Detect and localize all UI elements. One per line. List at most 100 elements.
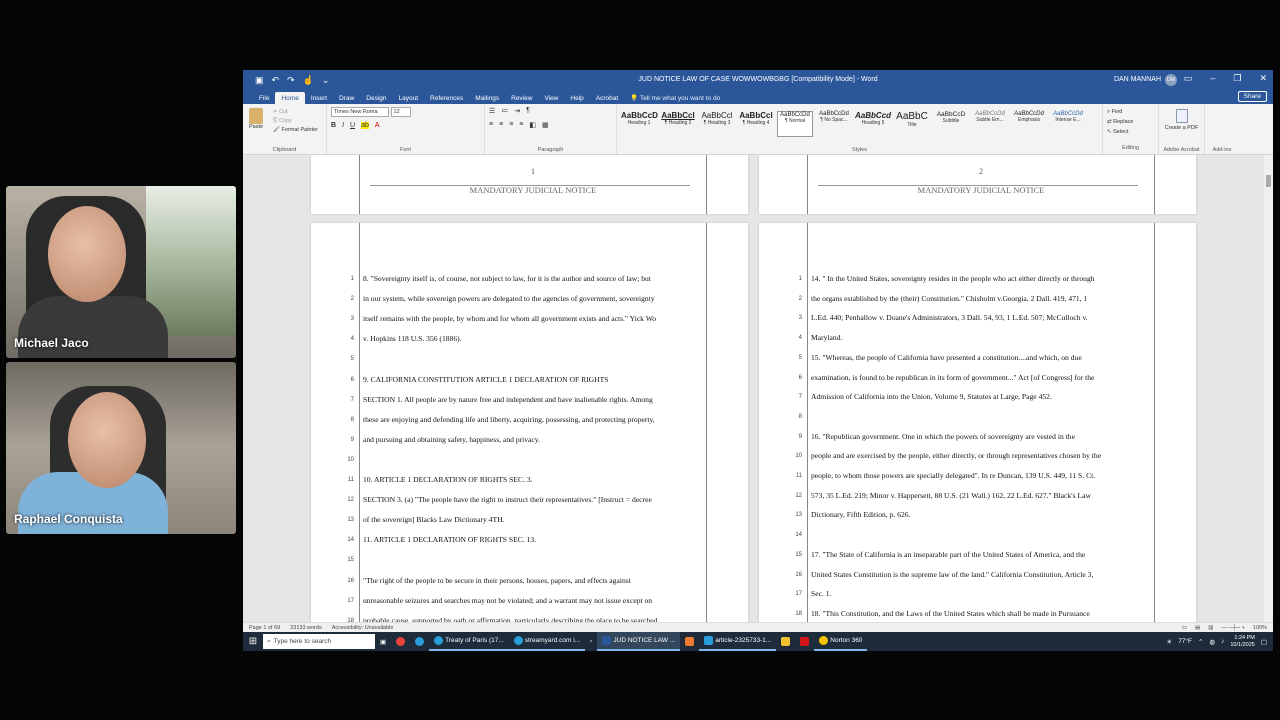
format-painter-button[interactable]: 🖌 Format Painter: [273, 126, 318, 135]
indent-icon[interactable]: ⇥: [514, 107, 520, 115]
create-pdf-button[interactable]: Create a PDF: [1163, 109, 1200, 131]
document-text-line[interactable]: Admission of California into the Union, …: [811, 392, 1148, 401]
edge-icon[interactable]: [410, 632, 429, 651]
select-button[interactable]: ↖ Select: [1107, 127, 1154, 137]
tab-mailings[interactable]: Mailings: [469, 92, 505, 104]
align-left-icon[interactable]: ≡: [489, 121, 493, 129]
tab-acrobat[interactable]: Acrobat: [590, 92, 624, 104]
ribbon-display-icon[interactable]: ▭: [1184, 73, 1193, 84]
tab-home[interactable]: Home: [275, 92, 305, 104]
camera-icon[interactable]: ▫: [585, 632, 597, 651]
document-text-line[interactable]: these are enjoying and defending life an…: [363, 415, 700, 424]
document-text-line[interactable]: United States Constitution is the suprem…: [811, 570, 1148, 579]
style-intense-emphasis[interactable]: AaBbCcDd Intense E...: [1050, 111, 1086, 137]
tab-help[interactable]: Help: [564, 92, 589, 104]
align-right-icon[interactable]: ≡: [509, 121, 513, 129]
web-layout-icon[interactable]: ▥: [1208, 625, 1213, 631]
vertical-scrollbar[interactable]: [1264, 155, 1273, 622]
highlight-icon[interactable]: ab: [361, 122, 369, 129]
document-text-line[interactable]: 16. "Republican government. One in which…: [811, 432, 1148, 441]
avatar[interactable]: DM: [1165, 74, 1177, 86]
windows-start-icon[interactable]: ⊞: [243, 636, 263, 647]
document-text-line[interactable]: and pursuing and obtaining safety, happi…: [363, 435, 700, 444]
document-text-line[interactable]: 18. "This Constitution, and the Laws of …: [811, 609, 1148, 618]
style-heading-3[interactable]: AaBbCcl ¶ Heading 3: [699, 111, 735, 137]
task-view-icon[interactable]: ▣: [375, 632, 391, 651]
font-color-icon[interactable]: A: [375, 122, 380, 129]
align-center-icon[interactable]: ≡: [499, 121, 503, 129]
document-text-line[interactable]: the organs established by the (their) Co…: [811, 294, 1148, 303]
page-1[interactable]: 1 8. "Sovereignty itself is, of course, n…: [311, 223, 748, 622]
justify-icon[interactable]: ≡: [519, 121, 523, 129]
document-text-line[interactable]: unreasonable seizures and searches may n…: [363, 596, 700, 605]
find-button[interactable]: ⌕ Find: [1107, 107, 1154, 117]
pilcrow-icon[interactable]: ¶: [526, 107, 530, 115]
page-count[interactable]: Page 1 of 69: [249, 625, 280, 631]
notifications-icon[interactable]: ▢: [1261, 638, 1267, 646]
word-count[interactable]: 23133 words: [290, 625, 322, 631]
font-size-box[interactable]: 12: [390, 107, 411, 117]
document-text-line[interactable]: examination, is found to be republican i…: [811, 373, 1148, 382]
style-heading-4[interactable]: AaBbCcl ¶ Heading 4: [738, 111, 774, 137]
maximize-icon[interactable]: ❐: [1233, 73, 1241, 84]
document-text-line[interactable]: Dictionary, Fifth Edition, p. 626.: [811, 510, 1148, 519]
style-subtitle[interactable]: AaBbCcD Subtitle: [933, 111, 969, 137]
style-no-spacing[interactable]: AaBbCcDd ¶ No Spac...: [816, 111, 852, 137]
network-icon[interactable]: ◍: [1209, 638, 1215, 646]
tab-design[interactable]: Design: [360, 92, 392, 104]
tab-file[interactable]: File: [253, 92, 275, 104]
replace-button[interactable]: ⇄ Replace: [1107, 117, 1154, 127]
tab-layout[interactable]: Layout: [393, 92, 425, 104]
share-button[interactable]: Share: [1237, 91, 1267, 102]
zoom-slider[interactable]: — ─┼─ +: [1221, 625, 1244, 631]
document-text-line[interactable]: SECTION 1. All people are by nature free…: [363, 395, 700, 404]
copy-button[interactable]: ⎘ Copy: [273, 117, 318, 126]
style-title[interactable]: AaBbC Title: [894, 111, 930, 137]
style-emphasis[interactable]: AaBbCcDd Emphasis: [1011, 111, 1047, 137]
style-normal[interactable]: AaBbCcDd ¶ Normal: [777, 111, 813, 137]
tab-view[interactable]: View: [538, 92, 564, 104]
tab-review[interactable]: Review: [505, 92, 538, 104]
accessibility-status[interactable]: Accessibility: Unavailable: [332, 625, 394, 631]
document-text-line[interactable]: of the sovereign] Blacks Law Dictionary …: [363, 515, 700, 524]
document-text-line[interactable]: in our system, while sovereign powers ar…: [363, 294, 700, 303]
weather-icon[interactable]: ☀: [1166, 638, 1172, 646]
close-icon[interactable]: ✕: [1259, 73, 1267, 84]
document-text-line[interactable]: "The right of the people to be secure in…: [363, 576, 700, 585]
bold-icon[interactable]: B: [331, 122, 336, 129]
volume-icon[interactable]: ♪: [1221, 638, 1224, 645]
style-heading-2[interactable]: AaBbCcl ¶ Heading 2: [660, 111, 696, 137]
zoom-level[interactable]: 100%: [1253, 625, 1267, 631]
document-text-line[interactable]: SECTION 3. (a) "The people have the righ…: [363, 495, 700, 504]
document-text-line[interactable]: v. Hopkins 118 U.S. 356 (1886).: [363, 334, 700, 343]
document-text-line[interactable]: Maryland.: [811, 333, 1148, 342]
tab-references[interactable]: References: [424, 92, 469, 104]
numbering-icon[interactable]: ≔: [501, 107, 508, 115]
style-subtle-emphasis[interactable]: AaBbCcDd Subtle Em...: [972, 111, 1008, 137]
chrome-icon[interactable]: [391, 632, 410, 651]
taskbar-item-word[interactable]: JUD NOTICE LAW ...: [597, 632, 681, 651]
underline-icon[interactable]: U: [350, 122, 355, 129]
document-text-line[interactable]: 14. " In the United States, sovereignty …: [811, 274, 1148, 283]
taskbar-item-article[interactable]: article-2325733-1...: [699, 632, 777, 651]
shading-icon[interactable]: ◧: [529, 121, 536, 129]
style-heading-5[interactable]: AaBbCcd Heading 5: [855, 111, 891, 137]
document-text-line[interactable]: people, to whom those powers are special…: [811, 471, 1148, 480]
taskbar-search[interactable]: ⌕ Type here to search: [263, 634, 375, 649]
paste-button[interactable]: Paste: [249, 108, 263, 130]
page-2[interactable]: 1 14. " In the United States, sovereignty…: [759, 223, 1196, 622]
document-text-line[interactable]: people and are exercised by the people, …: [811, 451, 1148, 460]
chevron-up-icon[interactable]: ⌃: [1198, 638, 1203, 646]
file-explorer-icon[interactable]: [776, 632, 795, 651]
cut-button[interactable]: ✂ Cut: [273, 108, 318, 117]
document-text-line[interactable]: L.Ed. 440; Penhallow v. Doane's Administ…: [811, 313, 1148, 322]
style-heading-1[interactable]: AaBbCcD Heading 1: [621, 111, 658, 137]
borders-icon[interactable]: ▦: [542, 121, 549, 129]
document-text-line[interactable]: 11. ARTICLE 1 DECLARATION OF RIGHTS SEC.…: [363, 535, 700, 544]
print-layout-icon[interactable]: ▤: [1195, 625, 1200, 631]
weather-temp[interactable]: 77°F: [1178, 638, 1192, 645]
taskbar-item-treaty[interactable]: Treaty of Paris (17...: [429, 632, 509, 651]
document-text-line[interactable]: itself remains with the people, by whom …: [363, 314, 700, 323]
document-text-line[interactable]: 573, 35 L.Ed. 219; Minor v. Happersett, …: [811, 491, 1148, 500]
document-text-line[interactable]: 10. ARTICLE 1 DECLARATION OF RIGHTS SEC.…: [363, 475, 700, 484]
